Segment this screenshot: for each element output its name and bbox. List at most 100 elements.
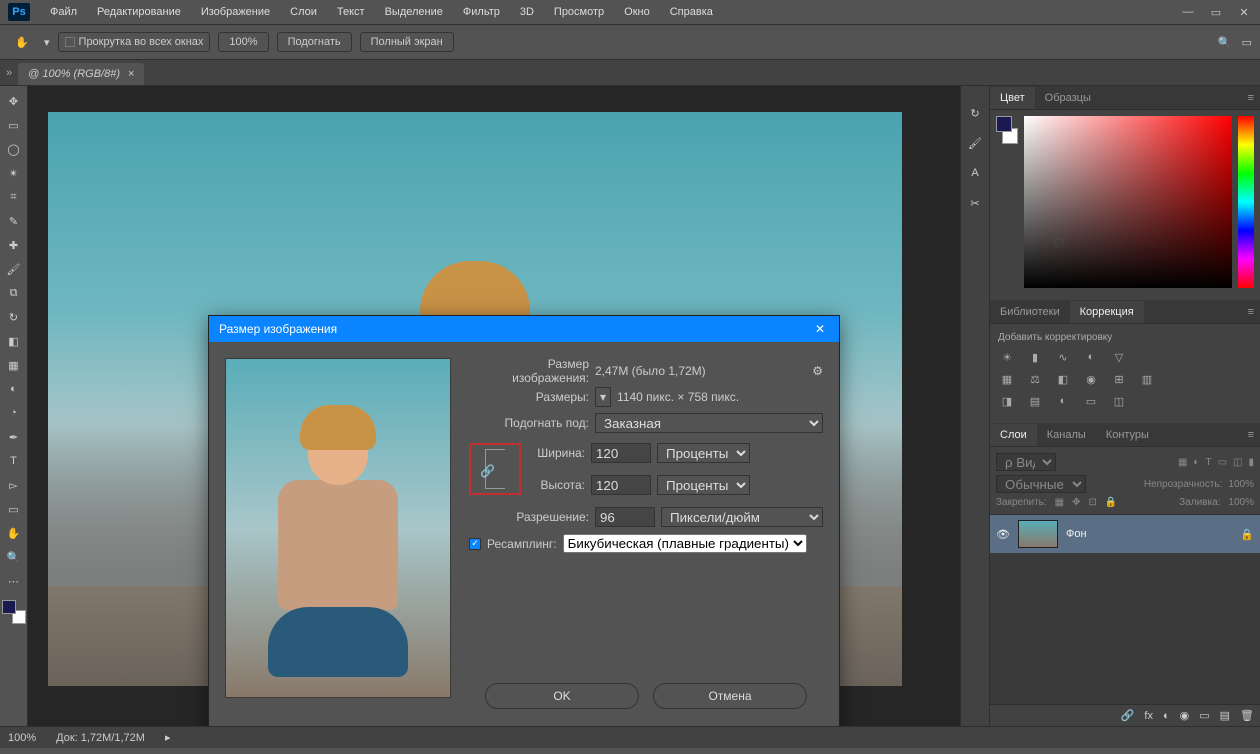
opacity-value[interactable]: 100% [1228,479,1254,490]
history-panel-icon[interactable]: ↻ [964,102,986,124]
dims-toggle-icon[interactable]: ▾ [595,387,611,407]
gear-icon[interactable]: ⚙ [812,364,823,378]
hand-tool-icon[interactable]: ✋ [2,522,26,544]
path-select-tool-icon[interactable]: ▻ [2,474,26,496]
status-arrow-icon[interactable]: ▸ [165,731,171,744]
width-unit-select[interactable]: Проценты [657,443,750,463]
menu-select[interactable]: Выделение [375,2,453,22]
selective-adj-icon[interactable]: ◫ [1110,393,1128,409]
color-tab[interactable]: Цвет [990,87,1035,109]
menu-view[interactable]: Просмотр [544,2,614,22]
color-swatches[interactable] [2,600,26,624]
color-picker-field[interactable] [1024,116,1232,288]
brush-tool-icon[interactable]: 🖌 [2,258,26,280]
filter-kind-select[interactable]: ρ Вид [996,453,1056,471]
gradient-map-adj-icon[interactable]: ▭ [1082,393,1100,409]
close-tab-icon[interactable]: × [128,68,134,80]
posterize-adj-icon[interactable]: ▤ [1026,393,1044,409]
clone-stamp-tool-icon[interactable]: ⧉ [2,282,26,304]
history-brush-tool-icon[interactable]: ↻ [2,306,26,328]
spot-heal-tool-icon[interactable]: ✚ [2,234,26,256]
fullscreen-button[interactable]: Полный экран [360,32,454,52]
balance-adj-icon[interactable]: ⚖ [1026,371,1044,387]
swatches-tab[interactable]: Образцы [1035,87,1101,109]
magic-wand-tool-icon[interactable]: ✴ [2,162,26,184]
filter-pixel-icon[interactable]: ▦ [1178,457,1187,468]
filter-shape-icon[interactable]: ▭ [1218,457,1227,468]
marquee-tool-icon[interactable]: ▭ [2,114,26,136]
eyedropper-tool-icon[interactable]: ✎ [2,210,26,232]
channels-tab[interactable]: Каналы [1037,424,1096,446]
vibrance-adj-icon[interactable]: ▽ [1110,349,1128,365]
new-fill-icon[interactable]: ◉ [1180,709,1190,722]
paths-tab[interactable]: Контуры [1096,424,1159,446]
cancel-button[interactable]: Отмена [653,683,807,709]
panel-menu-icon[interactable]: ≡ [1242,92,1260,104]
pen-tool-icon[interactable]: ✒ [2,426,26,448]
menu-filter[interactable]: Фильтр [453,2,510,22]
lock-all-icon[interactable]: 🔒 [1105,497,1117,508]
menu-help[interactable]: Справка [660,2,723,22]
visibility-icon[interactable]: 👁 [996,528,1010,541]
menu-image[interactable]: Изображение [191,2,280,22]
lock-pixels-icon[interactable]: ▦ [1055,497,1064,508]
zoom-tool-icon[interactable]: 🔍 [2,546,26,568]
menu-layers[interactable]: Слои [280,2,327,22]
brushes-panel-icon[interactable]: 🖌 [964,132,986,154]
eraser-tool-icon[interactable]: ◧ [2,330,26,352]
resolution-input[interactable] [595,507,655,527]
resolution-unit-select[interactable]: Пиксели/дюйм [661,507,823,527]
character-panel-icon[interactable]: A [964,162,986,184]
layers-tab[interactable]: Слои [990,424,1037,446]
curves-adj-icon[interactable]: ∿ [1054,349,1072,365]
layer-thumbnail[interactable] [1018,520,1058,548]
shape-tool-icon[interactable]: ▭ [2,498,26,520]
lock-icon[interactable]: 🔒 [1240,528,1254,541]
canvas-area[interactable]: Размер изображения ✕ Размер изображения:… [28,86,960,726]
filter-type-icon[interactable]: T [1205,457,1211,468]
properties-panel-icon[interactable]: ✂ [964,192,986,214]
status-zoom[interactable]: 100% [8,732,36,744]
blend-mode-select[interactable]: Обычные [996,475,1086,493]
adjustments-tab[interactable]: Коррекция [1070,301,1144,323]
menu-edit[interactable]: Редактирование [87,2,191,22]
dialog-preview[interactable] [225,358,451,698]
status-doc[interactable]: Док: 1,72M/1,72M [56,732,145,744]
exposure-adj-icon[interactable]: ◐ [1082,349,1100,365]
height-unit-select[interactable]: Проценты [657,475,750,495]
search-icon[interactable]: 🔍 [1218,36,1232,49]
dialog-close-icon[interactable]: ✕ [811,322,829,336]
brightness-adj-icon[interactable]: ☀ [998,349,1016,365]
window-minimize-icon[interactable]: — [1180,6,1196,19]
layer-fx-icon[interactable]: fx [1144,710,1153,722]
menu-text[interactable]: Текст [327,2,375,22]
filter-adjust-icon[interactable]: ◐ [1193,457,1199,468]
hue-slider[interactable] [1238,116,1254,288]
gradient-tool-icon[interactable]: ▦ [2,354,26,376]
foreground-color[interactable] [996,116,1012,132]
layer-name[interactable]: Фон [1066,528,1087,540]
lut-adj-icon[interactable]: ▥ [1138,371,1156,387]
threshold-adj-icon[interactable]: ◐ [1054,393,1072,409]
move-tool-icon[interactable]: ✥ [2,90,26,112]
zoom-100-button[interactable]: 100% [218,32,268,52]
layer-row[interactable]: 👁 Фон 🔒 [990,515,1260,553]
lock-artboard-icon[interactable]: ⊡ [1089,497,1097,508]
levels-adj-icon[interactable]: ▮ [1026,349,1044,365]
blur-tool-icon[interactable]: ◐ [2,378,26,400]
tool-dropdown-icon[interactable]: ▾ [44,36,50,49]
width-input[interactable] [591,443,651,463]
hue-adj-icon[interactable]: ▦ [998,371,1016,387]
panel-menu-icon[interactable]: ≡ [1242,306,1260,318]
fill-value[interactable]: 100% [1228,497,1254,508]
libraries-tab[interactable]: Библиотеки [990,301,1070,323]
ok-button[interactable]: OK [485,683,639,709]
new-group-icon[interactable]: ▭ [1199,709,1209,722]
panel-menu-icon[interactable]: ≡ [1242,429,1260,441]
fit-select[interactable]: Заказная [595,413,823,433]
window-close-icon[interactable]: ✕ [1236,6,1252,19]
filter-toggle-icon[interactable]: ▮ [1248,457,1254,468]
resample-checkbox[interactable]: ✓ [469,538,481,550]
edit-toolbar-icon[interactable]: ⋯ [2,570,26,592]
workspace-switcher-icon[interactable]: ▭ [1242,36,1252,49]
